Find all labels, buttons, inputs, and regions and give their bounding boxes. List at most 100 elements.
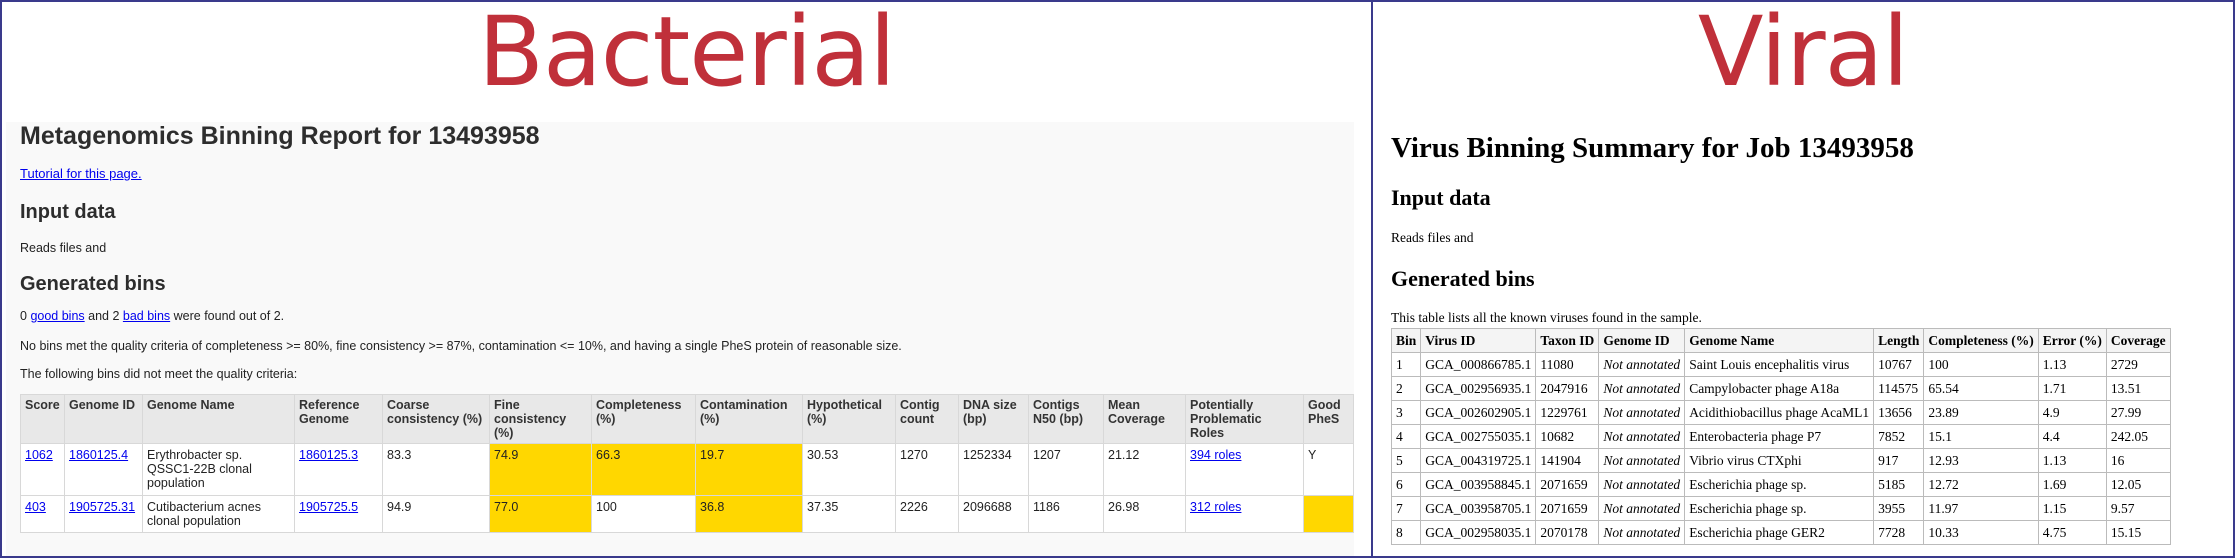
genome-name-cell: Enterobacteria phage P7: [1684, 424, 1875, 449]
coverage-cell: 13.51: [2105, 376, 2171, 401]
reference-genome-link[interactable]: 1905725.5: [299, 500, 358, 514]
coarse-consistency-cell: 83.3: [382, 443, 490, 496]
length-cell: 10767: [1873, 352, 1925, 377]
coverage-cell: 15.15: [2105, 520, 2171, 545]
col-coarse-consistency: Coarse consistency (%): [382, 394, 490, 444]
virus-id-cell: GCA_002755035.1: [1420, 424, 1537, 449]
reference-genome-cell: 1905725.5: [294, 495, 383, 533]
viral-table-description: This table lists all the known viruses f…: [1391, 310, 1702, 325]
virus-id-cell: GCA_000866785.1: [1420, 352, 1537, 377]
hypothetical-cell: 37.35: [802, 495, 896, 533]
col-genome-id: Genome ID: [64, 394, 143, 444]
error-cell: 1.13: [2037, 448, 2107, 473]
error-cell: 1.71: [2037, 376, 2107, 401]
genome-id-link[interactable]: 1860125.4: [69, 448, 128, 462]
genome-name-cell: Saint Louis encephalitis virus: [1684, 352, 1875, 377]
fine-consistency-cell: 74.9: [489, 443, 592, 496]
taxon-id-cell: 2047916: [1535, 376, 1600, 401]
length-cell: 3955: [1873, 496, 1925, 521]
completeness-cell: 12.72: [1923, 472, 2039, 497]
bin-cell: 2: [1390, 376, 1422, 401]
col-contigs-n50: Contigs N50 (bp): [1028, 394, 1104, 444]
bin-cell: 7: [1390, 496, 1422, 521]
tutorial-link[interactable]: Tutorial for this page.: [20, 166, 1354, 181]
viral-bins-table: Bin Virus ID Taxon ID Genome ID Genome N…: [1390, 328, 2171, 545]
bacterial-banner: Bacterial: [478, 0, 896, 108]
completeness-cell: 10.33: [1923, 520, 2039, 545]
completeness-cell: 11.97: [1923, 496, 2039, 521]
quality-criteria-text: No bins met the quality criteria of comp…: [20, 339, 902, 353]
length-cell: 7728: [1873, 520, 1925, 545]
col-genome-name: Genome Name: [1684, 328, 1875, 353]
problematic-roles-cell: 312 roles: [1185, 495, 1304, 533]
reference-genome-link[interactable]: 1860125.3: [299, 448, 358, 462]
col-error: Error (%): [2037, 328, 2107, 353]
genome-id-cell: 1860125.4: [64, 443, 143, 496]
genome-name-cell: Escherichia phage GER2: [1684, 520, 1875, 545]
taxon-id-cell: 2071659: [1535, 472, 1600, 497]
error-cell: 1.13: [2037, 352, 2107, 377]
mean-coverage-cell: 21.12: [1103, 443, 1186, 496]
taxon-id-cell: 2071659: [1535, 496, 1600, 521]
bad-bins-link[interactable]: bad bins: [123, 309, 170, 323]
completeness-cell: 15.1: [1923, 424, 2039, 449]
contig-count-cell: 1270: [895, 443, 959, 496]
error-cell: 4.9: [2037, 400, 2107, 425]
following-bins-text: The following bins did not meet the qual…: [20, 367, 298, 381]
length-cell: 13656: [1873, 400, 1925, 425]
col-good-phes: Good PheS: [1303, 394, 1354, 444]
reference-genome-cell: 1860125.3: [294, 443, 383, 496]
table-row: 2 GCA_002956935.1 2047916 Not annotated Camp…: [1390, 376, 2171, 401]
viral-banner: Viral: [1697, 0, 1909, 108]
table-row: 6 GCA_003958845.1 2071659 Not annotated Esch…: [1390, 472, 2171, 497]
bin-cell: 8: [1390, 520, 1422, 545]
virus-id-cell: GCA_004319725.1: [1420, 448, 1537, 473]
problematic-roles-cell: 394 roles: [1185, 443, 1304, 496]
viral-table-header: Bin Virus ID Taxon ID Genome ID Genome N…: [1390, 328, 2171, 353]
genome-id-cell: Not annotated: [1598, 448, 1686, 473]
hypothetical-cell: 30.53: [802, 443, 896, 496]
table-row: 4 GCA_002755035.1 10682 Not annotated Entero…: [1390, 424, 2171, 449]
error-cell: 4.75: [2037, 520, 2107, 545]
problematic-roles-link[interactable]: 312 roles: [1190, 500, 1241, 514]
score-link[interactable]: 403: [25, 500, 46, 514]
coverage-cell: 27.99: [2105, 400, 2171, 425]
problematic-roles-link[interactable]: 394 roles: [1190, 448, 1241, 462]
col-taxon-id: Taxon ID: [1535, 328, 1600, 353]
coverage-cell: 9.57: [2105, 496, 2171, 521]
genome-id-link[interactable]: 1905725.31: [69, 500, 135, 514]
col-virus-id: Virus ID: [1420, 328, 1537, 353]
completeness-cell: 66.3: [591, 443, 696, 496]
contamination-cell: 36.8: [695, 495, 803, 533]
genome-id-cell: Not annotated: [1598, 520, 1686, 545]
table-row: 5 GCA_004319725.1 141904 Not annotated Vibri…: [1390, 448, 2171, 473]
bin-cell: 4: [1390, 424, 1422, 449]
genome-name-cell: Cutibacterium acnes clonal population: [142, 495, 295, 533]
contigs-n50-cell: 1207: [1028, 443, 1104, 496]
col-genome-id: Genome ID: [1598, 328, 1686, 353]
genome-name-cell: Vibrio virus CTXphi: [1684, 448, 1875, 473]
contig-count-cell: 2226: [895, 495, 959, 533]
virus-id-cell: GCA_002958035.1: [1420, 520, 1537, 545]
taxon-id-cell: 11080: [1535, 352, 1600, 377]
coarse-consistency-cell: 94.9: [382, 495, 490, 533]
completeness-cell: 65.54: [1923, 376, 2039, 401]
good-phes-cell: [1303, 495, 1354, 533]
col-completeness: Completeness (%): [1923, 328, 2039, 353]
genome-name-cell: Campylobacter phage A18a: [1684, 376, 1875, 401]
error-cell: 1.69: [2037, 472, 2107, 497]
good-bins-link[interactable]: good bins: [30, 309, 84, 323]
bacterial-input-heading: Input data: [20, 201, 116, 223]
col-bin: Bin: [1390, 328, 1422, 353]
completeness-cell: 100: [591, 495, 696, 533]
taxon-id-cell: 10682: [1535, 424, 1600, 449]
viral-report-title: Virus Binning Summary for Job 13493958: [1391, 132, 1914, 164]
coverage-cell: 12.05: [2105, 472, 2171, 497]
viral-panel: Viral Virus Binning Summary for Job 1349…: [1371, 0, 2235, 558]
col-dna-size: DNA size (bp): [958, 394, 1029, 444]
score-link[interactable]: 1062: [25, 448, 53, 462]
fine-consistency-cell: 77.0: [489, 495, 592, 533]
genome-id-cell: Not annotated: [1598, 400, 1686, 425]
col-contig-count: Contig count: [895, 394, 959, 444]
bacterial-input-text: Reads files and: [20, 241, 107, 255]
